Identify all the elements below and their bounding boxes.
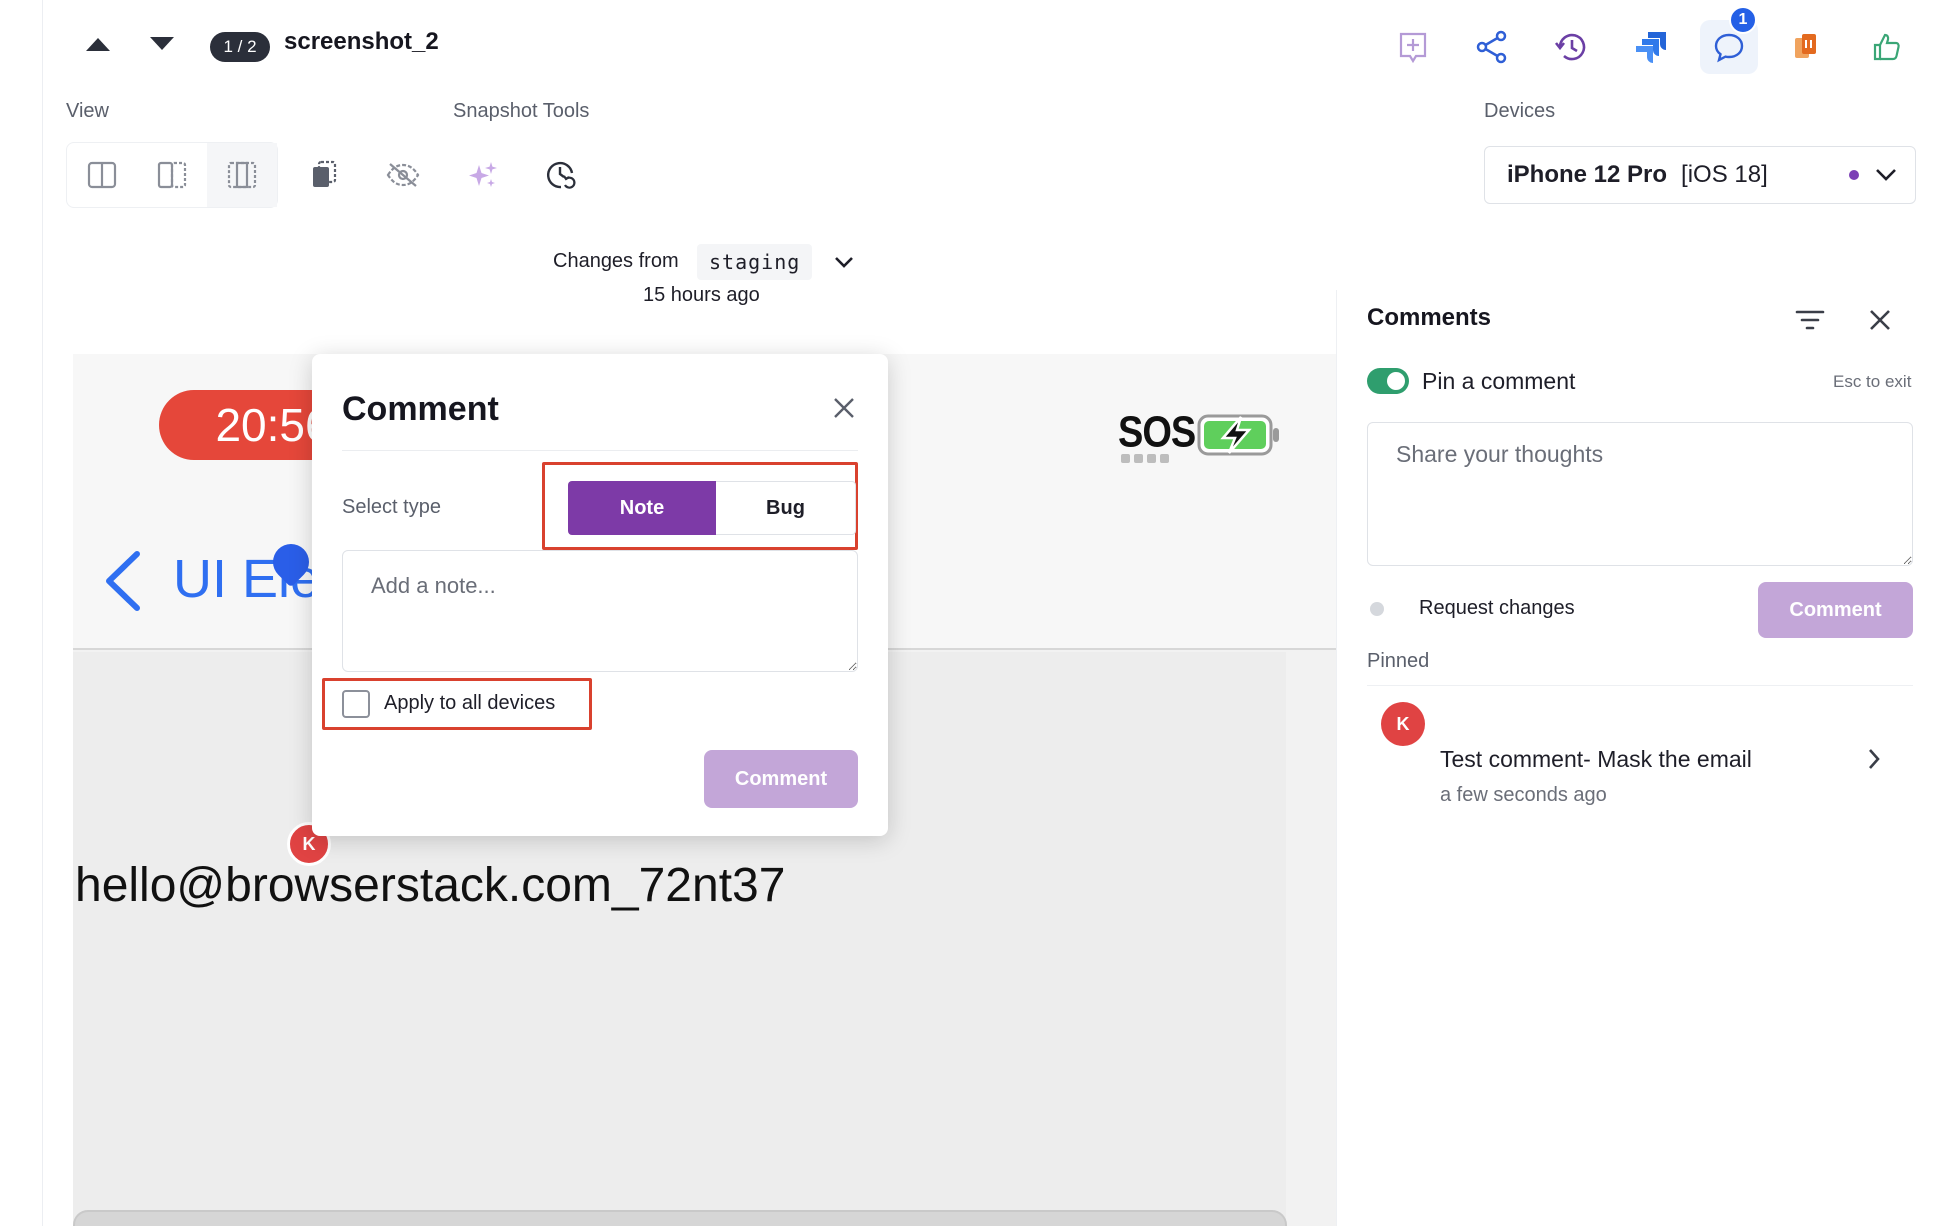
pinned-heading: Pinned <box>1367 650 1430 672</box>
select-type-label: Select type <box>342 496 441 518</box>
snapshot-history-button[interactable] <box>536 150 586 200</box>
chevron-down-icon <box>835 257 853 268</box>
snapshot-pager: 1 / 2 <box>210 32 270 62</box>
overlay-view-icon <box>227 161 257 189</box>
modal-close-button[interactable] <box>824 388 864 428</box>
device-select[interactable]: iPhone 12 Pro [iOS 18] <box>1484 146 1916 204</box>
clock-refresh-icon <box>546 161 576 189</box>
comment-modal: Comment Select type Note Bug Apply to al… <box>312 354 888 836</box>
branch-dropdown-button[interactable] <box>828 246 860 278</box>
signal-dots <box>1121 454 1169 463</box>
pinned-comment-text: Test comment- Mask the email <box>1440 746 1752 772</box>
side-by-side-view-button[interactable] <box>137 143 207 207</box>
close-comments-button[interactable] <box>1860 300 1900 340</box>
thumbs-up-icon <box>1873 33 1900 61</box>
apply-all-checkbox[interactable] <box>342 690 370 718</box>
modal-title: Comment <box>342 390 499 428</box>
snapshot-tools-label: Snapshot Tools <box>453 100 590 122</box>
request-changes-radio[interactable] <box>1370 602 1384 616</box>
stack-icon <box>1795 34 1816 58</box>
share-button[interactable] <box>1463 20 1521 74</box>
changes-time: 15 hours ago <box>643 284 760 306</box>
filter-icon <box>1795 310 1825 330</box>
view-label: View <box>66 100 109 122</box>
battery-charging-icon <box>1197 414 1279 456</box>
chevron-right-icon <box>1869 749 1880 769</box>
device-os: [iOS 18] <box>1681 161 1768 188</box>
triangle-up-icon <box>86 38 110 51</box>
request-changes-label: Request changes <box>1419 597 1575 619</box>
hide-regions-button[interactable] <box>378 150 428 200</box>
type-note-option[interactable]: Note <box>568 481 716 535</box>
side-by-side-icon <box>157 161 187 189</box>
type-bug-option[interactable]: Bug <box>716 481 856 535</box>
pinned-divider <box>1367 685 1913 686</box>
copy-snapshot-button[interactable] <box>299 150 349 200</box>
pin-comment-label: Pin a comment <box>1422 368 1576 394</box>
changes-from-label: Changes from <box>553 250 679 272</box>
share-icon <box>1476 30 1507 64</box>
comments-panel-title: Comments <box>1367 304 1492 331</box>
preview-scrollbar[interactable] <box>73 1210 1287 1226</box>
device-status-dot <box>1849 170 1859 180</box>
preview-email-text: hello@browserstack.com_72nt37 <box>75 859 786 912</box>
pinned-comment-item[interactable]: K Test comment- Mask the email a few sec… <box>1367 694 1913 814</box>
triangle-down-icon <box>150 37 174 50</box>
back-chevron-icon <box>106 551 140 611</box>
apply-all-label: Apply to all devices <box>384 692 556 714</box>
close-icon <box>1870 310 1890 330</box>
note-input[interactable] <box>342 550 858 672</box>
view-mode-group <box>66 142 278 208</box>
modal-comment-button[interactable]: Comment <box>704 750 858 808</box>
devices-label: Devices <box>1484 100 1556 122</box>
left-divider <box>42 0 43 1226</box>
split-view-icon <box>87 161 117 189</box>
sos-indicator: SOS <box>1118 408 1196 458</box>
approve-button[interactable] <box>1858 20 1916 74</box>
avatar: K <box>1381 702 1425 746</box>
jira-button[interactable] <box>1622 20 1680 74</box>
snapshot-title: screenshot_2 <box>284 28 439 55</box>
device-name: iPhone 12 Pro <box>1507 161 1668 188</box>
add-annotation-icon <box>1399 32 1427 63</box>
overlay-view-button[interactable] <box>207 143 277 207</box>
history-button[interactable] <box>1542 20 1600 74</box>
hide-eye-icon <box>386 163 420 187</box>
split-view-button[interactable] <box>67 143 137 207</box>
comment-input[interactable] <box>1367 422 1913 566</box>
esc-hint: Esc to exit <box>1833 372 1912 391</box>
panel-divider <box>1336 290 1337 1226</box>
pin-comment-toggle[interactable] <box>1367 368 1409 394</box>
sparkles-icon <box>469 162 497 187</box>
modal-divider <box>342 450 858 451</box>
panel-comment-button[interactable]: Comment <box>1758 582 1913 638</box>
ai-tools-button[interactable] <box>458 150 508 200</box>
jira-icon <box>1636 32 1666 63</box>
add-annotation-button[interactable] <box>1384 20 1442 74</box>
chevron-down-icon <box>1876 169 1896 181</box>
close-icon <box>834 398 854 418</box>
copy-icon <box>313 160 337 187</box>
comment-icon <box>1714 33 1744 63</box>
stack-button[interactable] <box>1778 20 1836 74</box>
pinned-comment-time: a few seconds ago <box>1440 784 1607 806</box>
filter-comments-button[interactable] <box>1790 300 1830 340</box>
next-snapshot-button[interactable] <box>142 24 182 64</box>
previous-snapshot-button[interactable] <box>78 24 118 64</box>
base-branch-chip: staging <box>697 244 813 280</box>
history-icon <box>1554 33 1586 61</box>
comment-count-badge: 1 <box>1729 6 1757 34</box>
